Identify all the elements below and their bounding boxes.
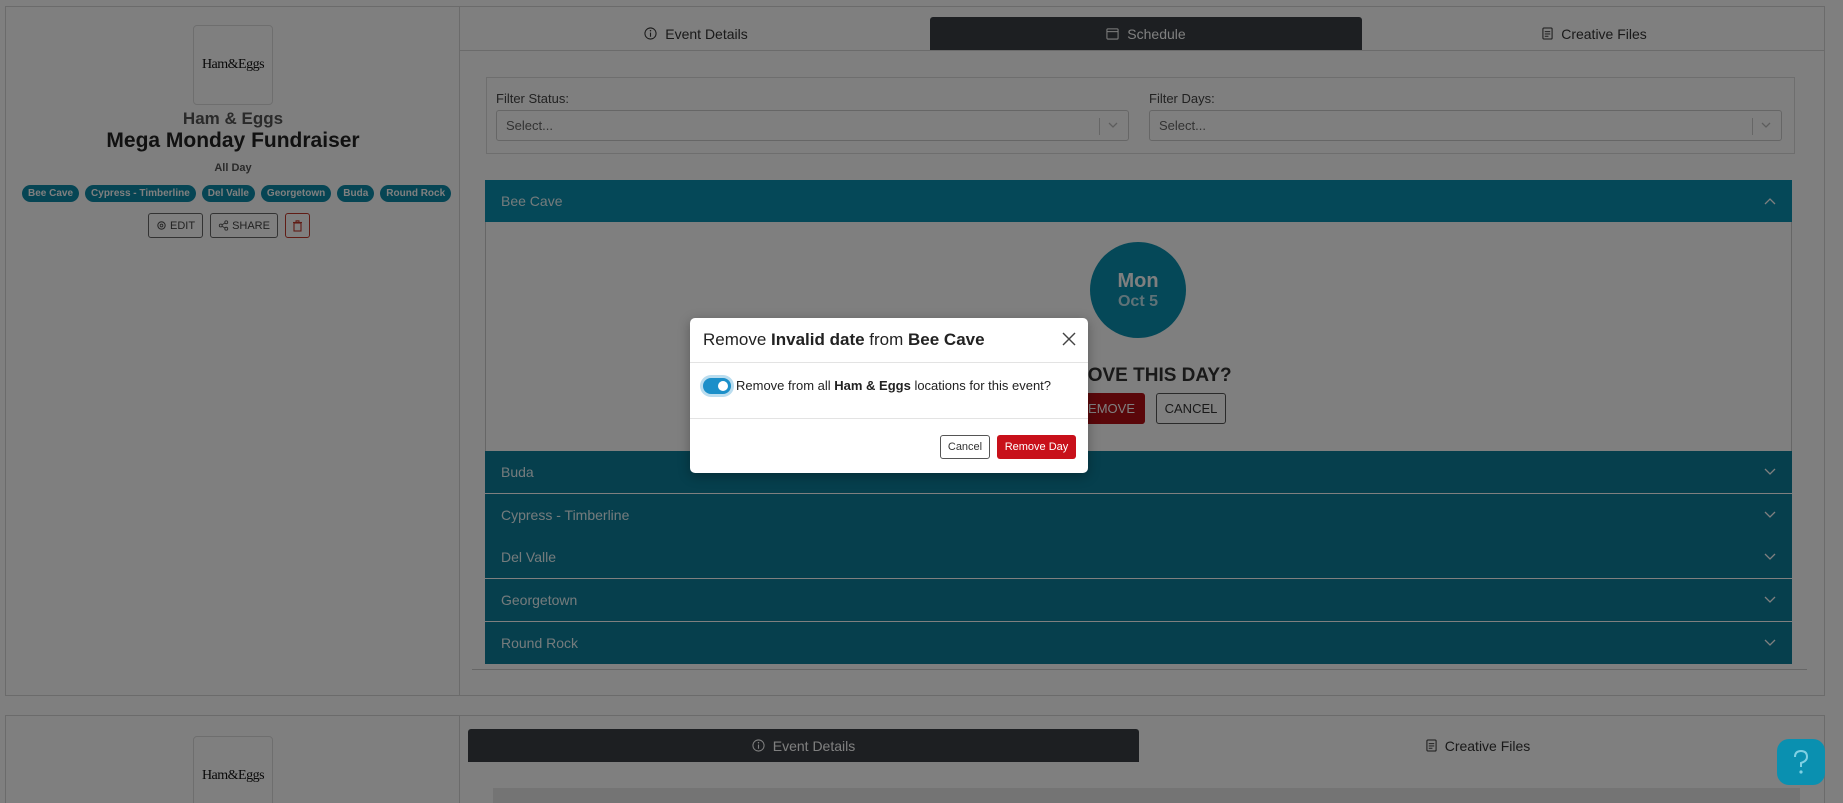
- modal-title-prefix: Remove: [703, 330, 772, 349]
- modal-cancel-button[interactable]: Cancel: [940, 435, 990, 459]
- modal-title-mid: from: [864, 330, 909, 349]
- body-brand: Ham & Eggs: [834, 378, 911, 393]
- close-icon[interactable]: [1060, 330, 1078, 348]
- body-suffix: locations for this event?: [910, 378, 1052, 393]
- help-icon: [1794, 749, 1809, 774]
- remove-all-locations-toggle[interactable]: [703, 378, 731, 394]
- modal-header: Remove Invalid date from Bee Cave: [690, 318, 1088, 363]
- modal-title-location: Bee Cave: [908, 330, 985, 349]
- modal-footer: Cancel Remove Day: [690, 419, 1088, 473]
- toggle-knob: [718, 381, 728, 391]
- modal-title: Remove Invalid date from Bee Cave: [703, 330, 985, 350]
- help-button[interactable]: [1777, 739, 1825, 785]
- remove-day-button[interactable]: Remove Day: [997, 435, 1076, 459]
- body-prefix: Remove from all: [736, 378, 835, 393]
- remove-day-modal: Remove Invalid date from Bee Cave Remove…: [690, 318, 1088, 473]
- modal-title-target: Invalid date: [771, 330, 865, 349]
- modal-body: Remove from all Ham & Eggs locations for…: [690, 363, 1088, 419]
- remove-all-locations-label: Remove from all Ham & Eggs locations for…: [736, 378, 1051, 393]
